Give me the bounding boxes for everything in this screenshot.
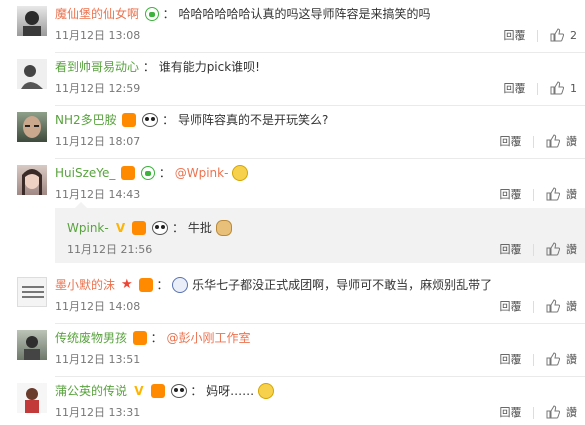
- avatar[interactable]: [17, 330, 47, 360]
- comment-actions: 回覆 讚: [500, 404, 577, 422]
- like-count: 1: [570, 82, 577, 95]
- like-label: 讚: [566, 300, 577, 313]
- timestamp: 11月12日 14:08: [55, 300, 141, 313]
- timestamp: 11月12日 21:56: [67, 243, 153, 256]
- thumbs-up-icon[interactable]: [546, 352, 560, 366]
- thumbs-up-icon[interactable]: [546, 242, 560, 256]
- comment-actions: 回覆 讚: [500, 351, 577, 369]
- comment-text: 乐华七子都没正式成团啊，导师可不敢当，麻烦别乱带了: [192, 278, 493, 292]
- reply-button[interactable]: 回覆: [504, 29, 526, 42]
- timestamp: 11月12日 13:08: [55, 29, 141, 42]
- thumbs-up-icon[interactable]: [546, 405, 560, 419]
- smile-emoji-icon: [258, 382, 275, 399]
- timestamp: 11月12日 13:51: [55, 353, 141, 366]
- comment-header: 传统废物男孩 ： @彭小刚工作室: [55, 330, 251, 345]
- avatar[interactable]: [17, 383, 47, 413]
- panda-icon: [152, 220, 169, 235]
- avatar[interactable]: [17, 59, 47, 89]
- reply-text: 牛批: [187, 221, 212, 235]
- comment-actions: 回覆 讚: [500, 186, 577, 204]
- username[interactable]: 魔仙堡的仙女啊: [55, 7, 139, 21]
- timestamp: 11月12日 18:07: [55, 135, 141, 148]
- reply-button[interactable]: 回覆: [500, 300, 522, 313]
- comment-header: HuiSzeYe_ ： @Wpink-: [55, 164, 249, 182]
- username[interactable]: 看到帅哥易动心: [55, 60, 139, 74]
- comment-text: 谁有能力pick谁呗!: [158, 60, 260, 74]
- like-label: 讚: [566, 243, 577, 256]
- comment-header: 魔仙堡的仙女啊 ： 哈哈哈哈哈哈认真的吗这导师阵容是来搞笑的吗: [55, 6, 431, 21]
- mention-link[interactable]: @彭小刚工作室: [167, 331, 251, 345]
- vip-badge-icon: [122, 112, 137, 127]
- username[interactable]: NH2多巴胺: [55, 113, 117, 127]
- comment-actions: 回覆 2: [504, 27, 577, 45]
- panda-icon: [170, 383, 187, 398]
- timestamp: 11月12日 13:31: [55, 406, 141, 419]
- timestamp: 11月12日 12:59: [55, 82, 141, 95]
- reply-button[interactable]: 回覆: [500, 188, 522, 201]
- like-label: 讚: [566, 353, 577, 366]
- thumbs-up-icon[interactable]: [546, 299, 560, 313]
- reply-button[interactable]: 回覆: [500, 135, 522, 148]
- avatar[interactable]: [17, 165, 47, 195]
- reply-button[interactable]: 回覆: [504, 82, 526, 95]
- fan-heart-icon: [141, 165, 156, 180]
- username[interactable]: 传统废物男孩: [55, 331, 127, 345]
- topic-tag-icon: [172, 276, 189, 293]
- thumbs-up-icon[interactable]: [550, 28, 564, 42]
- comment-text: 导师阵容真的不是开玩笑么?: [177, 113, 329, 127]
- verified-v-icon: V: [115, 220, 126, 235]
- mention-link[interactable]: @Wpink-: [175, 166, 229, 180]
- comment-5: 墨小默的沫 ★ ： 乐华七子都没正式成团啊，导师可不敢当，麻烦别乱带了 11月1…: [0, 271, 585, 324]
- reply-actions: 回覆 讚: [500, 241, 577, 259]
- comment-header: 墨小默的沫 ★ ： 乐华七子都没正式成团啊，导师可不敢当，麻烦别乱带了: [55, 276, 493, 293]
- username[interactable]: HuiSzeYe_: [55, 166, 115, 180]
- avatar[interactable]: [17, 112, 47, 142]
- smile-emoji-icon: [232, 164, 249, 181]
- star-badge-icon: ★: [121, 276, 133, 292]
- reply-header: Wpink- V ： 牛批: [67, 219, 232, 237]
- comment-7: 蒲公英的传说 V ： 妈呀…… 11月12日 13:31 回覆 讚: [0, 377, 585, 425]
- comment-actions: 回覆 讚: [500, 133, 577, 151]
- vip-badge-icon: [132, 220, 147, 235]
- comment-text: 妈呀……: [206, 384, 255, 398]
- comment-6: 传统废物男孩 ： @彭小刚工作室 11月12日 13:51 回覆 讚: [0, 324, 585, 377]
- like-label: 讚: [566, 135, 577, 148]
- thumbs-up-icon[interactable]: [546, 134, 560, 148]
- comment-3: NH2多巴胺 ： 导师阵容真的不是开玩笑么? 11月12日 18:07 回覆 讚: [0, 106, 585, 159]
- timestamp: 11月12日 14:43: [55, 188, 141, 201]
- thumbs-up-icon[interactable]: [550, 81, 564, 95]
- comment-text: 哈哈哈哈哈哈认真的吗这导师阵容是来搞笑的吗: [178, 7, 431, 21]
- panda-icon: [142, 112, 159, 127]
- like-label: 讚: [566, 406, 577, 419]
- cat-emoji-icon: [215, 219, 232, 236]
- avatar[interactable]: [17, 6, 47, 36]
- comment-actions: 回覆 讚: [500, 298, 577, 316]
- avatar[interactable]: [17, 277, 47, 307]
- like-count: 2: [570, 29, 577, 42]
- reply-button[interactable]: 回覆: [500, 243, 522, 256]
- vip-badge-icon: [121, 165, 136, 180]
- comment-1: 魔仙堡的仙女啊 ： 哈哈哈哈哈哈认真的吗这导师阵容是来搞笑的吗 11月12日 1…: [0, 0, 585, 53]
- comment-header: 蒲公英的传说 V ： 妈呀……: [55, 382, 275, 400]
- comment-2: 看到帅哥易动心 ： 谁有能力pick谁呗! 11月12日 12:59 回覆 1: [0, 53, 585, 106]
- comment-header: NH2多巴胺 ： 导师阵容真的不是开玩笑么?: [55, 112, 329, 127]
- nested-reply: Wpink- V ： 牛批 11月12日 21:56 回覆 讚: [55, 202, 585, 263]
- vip-badge-icon: [150, 383, 165, 398]
- reply-button[interactable]: 回覆: [500, 353, 522, 366]
- like-label: 讚: [566, 188, 577, 201]
- thumbs-up-icon[interactable]: [546, 187, 560, 201]
- comment-header: 看到帅哥易动心 ： 谁有能力pick谁呗!: [55, 60, 260, 74]
- reply-button[interactable]: 回覆: [500, 406, 522, 419]
- comment-actions: 回覆 1: [504, 80, 577, 98]
- username[interactable]: 蒲公英的传说: [55, 384, 127, 398]
- verified-v-icon: V: [134, 383, 144, 398]
- vip-badge-icon: [132, 330, 147, 345]
- username[interactable]: Wpink-: [67, 221, 109, 235]
- username[interactable]: 墨小默的沫: [55, 278, 115, 292]
- vip-badge-icon: [138, 277, 153, 292]
- fan-heart-icon: [144, 6, 159, 21]
